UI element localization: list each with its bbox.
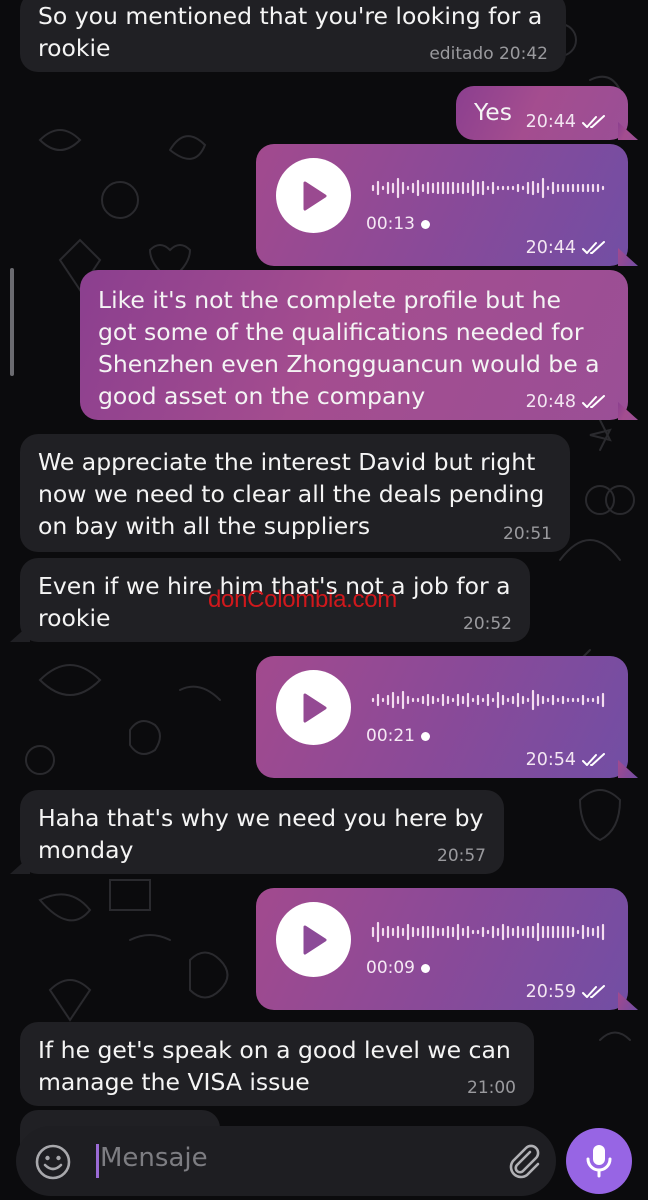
message-time: 20:51	[503, 524, 552, 544]
message-text-line: got some of the qualifications needed fo…	[98, 318, 584, 346]
watermark-text: donColombia.com	[208, 586, 397, 613]
emoji-icon[interactable]	[34, 1143, 72, 1181]
voice-message[interactable]: 00:09 20:59	[256, 888, 628, 1010]
play-icon	[303, 925, 326, 954]
incoming-message[interactable]: Haha that's why we need you here by mond…	[20, 790, 504, 874]
scroll-indicator[interactable]	[10, 268, 14, 376]
play-icon	[303, 181, 326, 210]
double-check-icon	[582, 115, 605, 128]
play-button[interactable]	[276, 902, 351, 977]
voice-message[interactable]: 00:21 20:54	[256, 656, 628, 778]
message-time: 20:54	[526, 750, 610, 770]
message-text-line: monday	[38, 836, 134, 864]
message-text-line: on bay with all the suppliers	[38, 512, 371, 540]
voice-duration: 00:13	[366, 214, 430, 234]
play-button[interactable]	[276, 158, 351, 233]
double-check-icon	[582, 395, 605, 408]
message-time: editado 20:42	[429, 44, 548, 64]
incoming-message[interactable]: We appreciate the interest David but rig…	[20, 434, 570, 552]
waveform	[371, 177, 605, 199]
play-icon	[303, 693, 326, 722]
waveform	[371, 921, 605, 943]
double-check-icon	[582, 753, 605, 766]
message-text-line: now we need to clear all the deals pendi…	[38, 480, 545, 508]
double-check-icon	[582, 241, 605, 254]
message-text-line: We appreciate the interest David but rig…	[38, 448, 536, 476]
waveform	[371, 689, 605, 711]
message-text-line: So you mentioned that you're looking for…	[38, 2, 543, 30]
message-time: 20:48	[526, 392, 610, 412]
message-time: 20:44	[526, 112, 610, 132]
message-text: Yes	[474, 98, 512, 126]
message-text-line: If he get's speak on a good level we can	[38, 1036, 511, 1064]
outgoing-message[interactable]: Yes 20:44	[456, 86, 628, 140]
message-text-line: manage the VISA issue	[38, 1068, 310, 1096]
text-cursor	[96, 1144, 99, 1178]
voice-message[interactable]: 00:13 20:44	[256, 144, 628, 266]
incoming-message[interactable]: So you mentioned that you're looking for…	[20, 0, 566, 72]
double-check-icon	[582, 985, 605, 998]
microphone-button[interactable]	[566, 1128, 632, 1194]
message-time: 20:52	[463, 614, 512, 634]
message-text-line: Like it's not the complete profile but h…	[98, 286, 562, 314]
voice-duration: 00:21	[366, 726, 430, 746]
outgoing-message[interactable]: Like it's not the complete profile but h…	[80, 270, 628, 420]
microphone-icon	[586, 1145, 612, 1178]
message-input[interactable]: Mensaje	[100, 1143, 208, 1173]
play-button[interactable]	[276, 670, 351, 745]
voice-duration: 00:09	[366, 958, 430, 978]
message-time: 20:44	[526, 238, 610, 258]
incoming-message[interactable]: If he get's speak on a good level we can…	[20, 1022, 534, 1106]
message-time: 21:00	[467, 1078, 516, 1098]
message-time: 20:57	[437, 846, 486, 866]
message-time: 20:59	[526, 982, 610, 1002]
message-text-line: Haha that's why we need you here by	[38, 804, 484, 832]
message-text-line: Shenzhen even Zhongguancun would be a	[98, 350, 600, 378]
message-input-bar: Mensaje	[16, 1126, 556, 1196]
paperclip-icon[interactable]	[504, 1140, 544, 1180]
